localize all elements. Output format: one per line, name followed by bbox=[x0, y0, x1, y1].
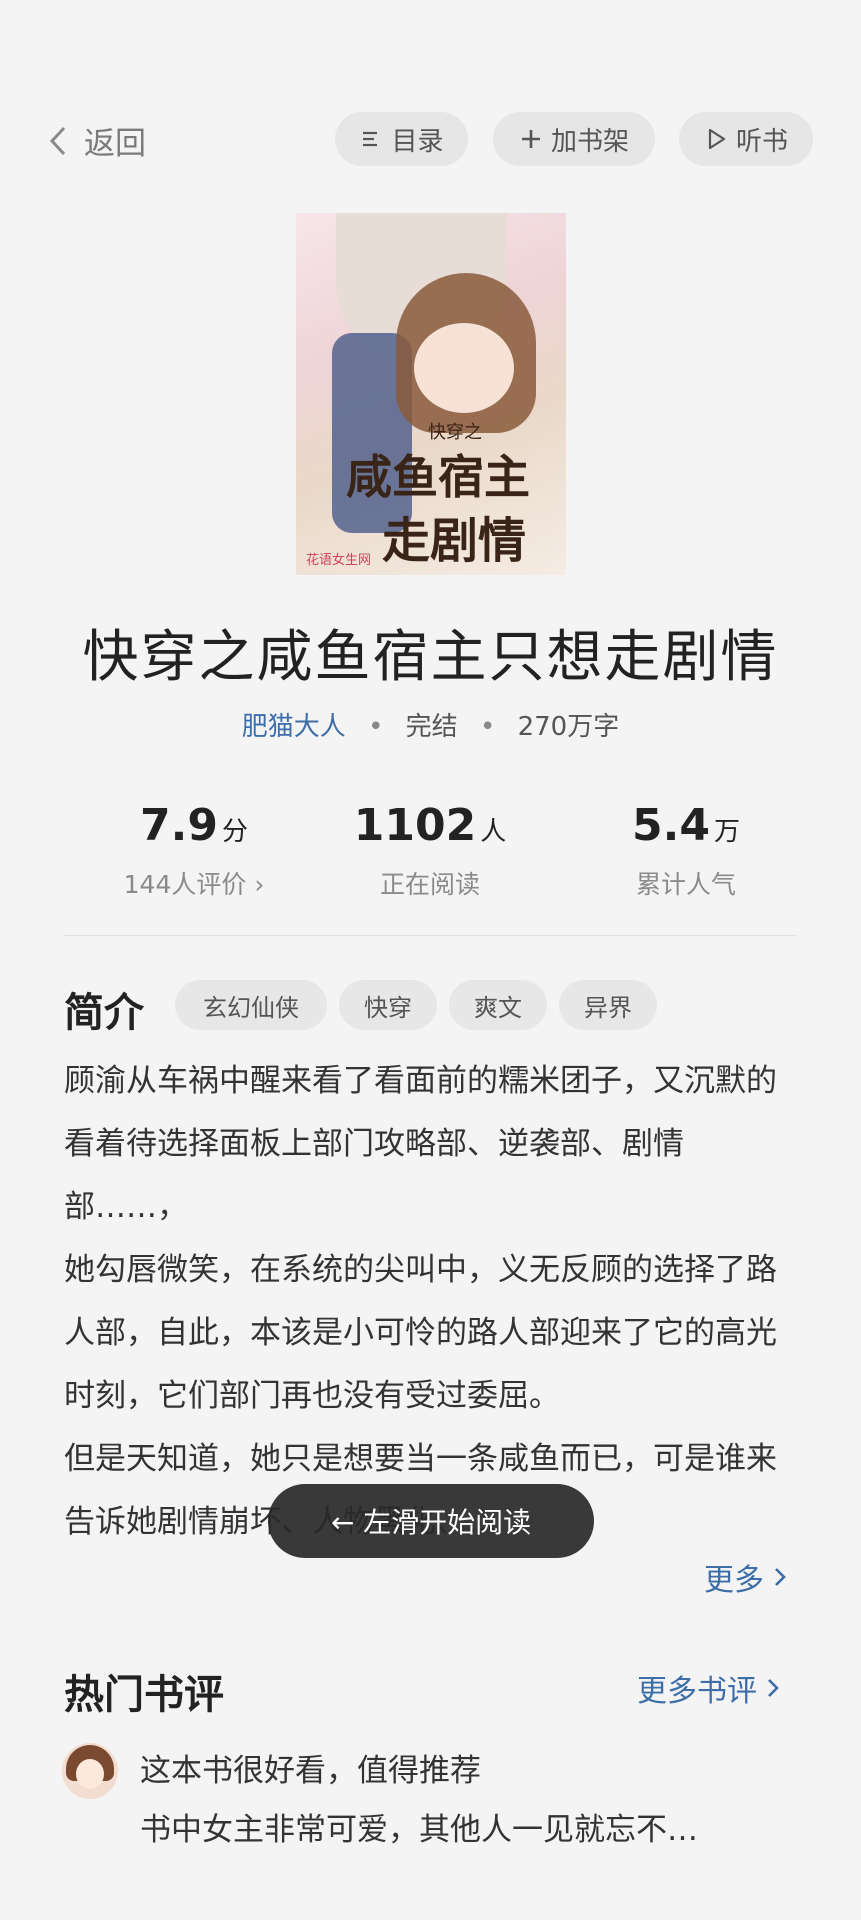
word-count: 270万字 bbox=[517, 712, 620, 742]
add-to-shelf-button[interactable]: 加书架 bbox=[493, 112, 655, 166]
intro-paragraph: 顾渝从车祸中醒来看了看面前的糯米团子，又沉默的看着待选择面板上部门攻略部、逆袭部… bbox=[64, 1063, 777, 1225]
swipe-to-read-toast: ← 左滑开始阅读 bbox=[268, 1484, 594, 1558]
text-fade bbox=[560, 1545, 700, 1607]
divider bbox=[64, 935, 797, 936]
stat-rating[interactable]: 7.9 分 144人评价 › bbox=[94, 800, 294, 901]
reviews-heading: 热门书评 bbox=[64, 1672, 224, 1718]
plus-icon bbox=[519, 127, 543, 151]
book-status: 完结 bbox=[405, 712, 458, 742]
cover-title-line2: 走剧情 bbox=[382, 513, 527, 569]
book-cover[interactable]: 快穿之 咸鱼宿主 走剧情 花语女生网 bbox=[296, 213, 566, 575]
more-reviews-button[interactable]: 更多书评 bbox=[637, 1666, 781, 1710]
book-meta: 肥猫大人 • 完结 • 270万字 bbox=[0, 706, 861, 743]
play-icon bbox=[704, 127, 728, 151]
reviewer-avatar[interactable] bbox=[62, 1743, 118, 1799]
more-reviews-label: 更多书评 bbox=[637, 1674, 757, 1709]
popularity-unit: 万 bbox=[713, 817, 740, 847]
review-title[interactable]: 这本书很好看，值得推荐 bbox=[140, 1745, 481, 1790]
back-button[interactable]: 返回 bbox=[46, 118, 146, 163]
cover-publisher-logo: 花语女生网 bbox=[306, 553, 372, 568]
intro-text: 顾渝从车祸中醒来看了看面前的糯米团子，又沉默的看着待选择面板上部门攻略部、逆袭部… bbox=[64, 1050, 804, 1554]
intro-paragraph: 她勾唇微笑，在系统的尖叫中，义无反顾的选择了路人部，自此，本该是小可怜的路人部迎… bbox=[64, 1252, 777, 1414]
list-icon bbox=[359, 127, 383, 151]
chevron-left-icon bbox=[49, 126, 66, 155]
cover-figure-face bbox=[414, 323, 514, 413]
meta-separator: • bbox=[368, 712, 384, 742]
readers-unit: 人 bbox=[480, 817, 507, 847]
back-label: 返回 bbox=[84, 126, 146, 162]
stat-popularity: 5.4 万 累计人气 bbox=[586, 800, 786, 901]
tag-kuaichuan[interactable]: 快穿 bbox=[339, 980, 437, 1030]
author-link[interactable]: 肥猫大人 bbox=[242, 712, 346, 742]
catalog-label: 目录 bbox=[391, 126, 444, 157]
readers-value: 1102 bbox=[353, 800, 477, 851]
intro-more-button[interactable]: 更多 bbox=[704, 1555, 788, 1599]
top-bar: 返回 目录 加书架 听书 bbox=[0, 0, 861, 200]
avatar-face bbox=[76, 1759, 104, 1789]
add-shelf-label: 加书架 bbox=[550, 126, 629, 157]
tag-shuangwen[interactable]: 爽文 bbox=[449, 980, 547, 1030]
cover-title-line1: 咸鱼宿主 bbox=[346, 450, 530, 504]
rating-unit: 分 bbox=[221, 817, 248, 847]
listen-button[interactable]: 听书 bbox=[679, 112, 813, 166]
review-body[interactable]: 书中女主非常可爱，其他人一见就忘不… bbox=[140, 1804, 800, 1849]
tag-yijie[interactable]: 异界 bbox=[559, 980, 657, 1030]
catalog-button[interactable]: 目录 bbox=[335, 112, 468, 166]
chevron-right-icon bbox=[775, 1568, 786, 1586]
intro-more-label: 更多 bbox=[704, 1563, 764, 1598]
readers-label: 正在阅读 bbox=[379, 870, 480, 899]
listen-label: 听书 bbox=[735, 126, 788, 157]
chevron-right-icon bbox=[768, 1679, 779, 1697]
rating-value: 7.9 bbox=[140, 800, 218, 851]
stat-readers: 1102 人 正在阅读 bbox=[330, 800, 530, 901]
popularity-value: 5.4 bbox=[632, 800, 710, 851]
popularity-label: 累计人气 bbox=[635, 870, 736, 899]
tag-xuanhuan[interactable]: 玄幻仙侠 bbox=[175, 980, 327, 1030]
meta-separator: • bbox=[479, 712, 496, 742]
stats-row: 7.9 分 144人评价 › 1102 人 正在阅读 5.4 万 累计人气 bbox=[0, 800, 861, 900]
intro-heading: 简介 bbox=[64, 990, 144, 1036]
book-title: 快穿之咸鱼宿主只想走剧情 bbox=[82, 625, 779, 690]
rating-label: 144人评价 › bbox=[123, 870, 265, 899]
